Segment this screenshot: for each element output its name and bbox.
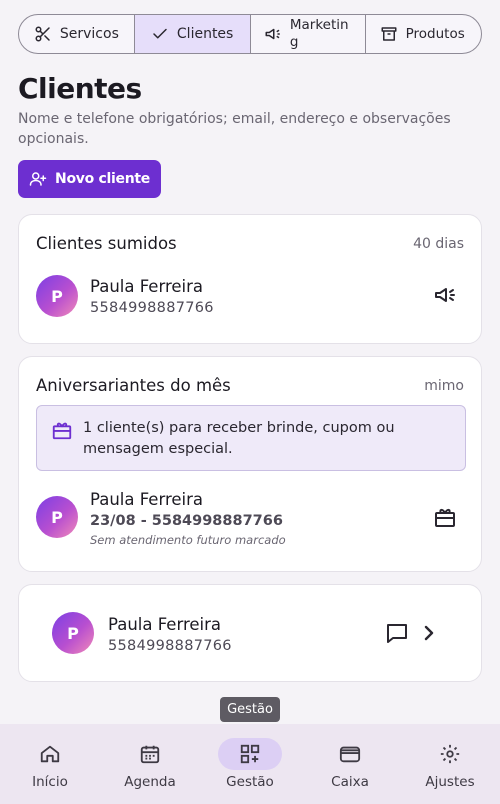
page-title: Clientes <box>18 72 142 105</box>
avatar: P <box>36 275 78 317</box>
new-client-label: Novo cliente <box>55 171 150 187</box>
client-birthday-phone: 23/08 - 5584998887766 <box>90 513 283 529</box>
birthday-notice: 1 cliente(s) para receber brinde, cupom … <box>36 405 466 471</box>
client-name[interactable]: Paula Ferreira <box>90 277 203 296</box>
notice-text: 1 cliente(s) para receber brinde, cupom … <box>83 420 395 457</box>
birthdays-card: Aniversariantes do mês mimo 1 cliente(s)… <box>18 356 482 572</box>
megaphone-icon[interactable] <box>433 283 457 307</box>
tab-clientes[interactable]: Clientes <box>134 15 251 53</box>
new-client-button[interactable]: Novo cliente <box>18 160 161 198</box>
card-title: Aniversariantes do mês <box>36 376 231 395</box>
gift-icon[interactable] <box>433 505 457 529</box>
tab-label: Servicos <box>59 25 119 42</box>
tab-label: Clientes <box>176 25 234 42</box>
avatar: P <box>36 496 78 538</box>
client-phone: 5584998887766 <box>108 638 232 654</box>
nav-item-caixa[interactable]: Caixa <box>300 724 400 804</box>
tab-label: Produtos <box>405 25 465 42</box>
card-meta: mimo <box>424 377 464 394</box>
wallet-icon <box>339 746 361 763</box>
scissors-icon <box>35 26 50 42</box>
message-icon[interactable] <box>385 621 409 645</box>
client-list-item[interactable]: P Paula Ferreira 5584998887766 <box>18 584 482 682</box>
nav-tooltip: Gestão <box>220 697 280 722</box>
card-header: Clientes sumidos 40 dias <box>36 234 464 253</box>
add-user-icon <box>29 172 47 186</box>
tab-label: Marketing <box>289 17 349 50</box>
nav-label: Ajustes <box>425 774 475 790</box>
missing-clients-card: Clientes sumidos 40 dias P Paula Ferreir… <box>18 214 482 344</box>
section-tabs: Servicos Clientes Marketing Produtos <box>18 14 482 54</box>
avatar: P <box>52 612 94 654</box>
tab-produtos[interactable]: Produtos <box>366 15 481 53</box>
nav-label: Caixa <box>331 774 369 790</box>
card-header: Aniversariantes do mês mimo <box>36 376 464 395</box>
bottom-nav: Início Agenda Gestão Caixa Ajustes <box>0 724 500 804</box>
nav-item-gestao[interactable]: Gestão <box>200 724 300 804</box>
client-phone: 5584998887766 <box>90 300 214 316</box>
nav-item-ajustes[interactable]: Ajustes <box>400 724 500 804</box>
nav-item-inicio[interactable]: Início <box>0 724 100 804</box>
client-note: Sem atendimento futuro marcado <box>90 533 286 547</box>
archive-icon <box>381 27 397 41</box>
calendar-icon <box>140 745 160 764</box>
nav-label: Gestão <box>226 774 274 790</box>
nav-label: Agenda <box>124 774 176 790</box>
nav-item-agenda[interactable]: Agenda <box>100 724 200 804</box>
card-meta: 40 dias <box>413 235 464 252</box>
client-name[interactable]: Paula Ferreira <box>90 490 203 509</box>
check-icon <box>153 28 167 39</box>
gear-icon <box>440 744 460 764</box>
tab-marketing[interactable]: Marketing <box>251 15 367 53</box>
home-icon <box>40 745 60 763</box>
megaphone-icon <box>265 28 280 40</box>
tab-servicos[interactable]: Servicos <box>19 15 135 53</box>
card-title: Clientes sumidos <box>36 234 177 253</box>
grid-plus-icon <box>240 744 260 764</box>
chevron-right-icon[interactable] <box>417 621 441 645</box>
nav-label: Início <box>32 774 68 790</box>
gift-icon <box>52 422 72 440</box>
page-subtitle: Nome e telefone obrigatórios; email, end… <box>18 111 451 147</box>
client-name: Paula Ferreira <box>108 615 222 634</box>
